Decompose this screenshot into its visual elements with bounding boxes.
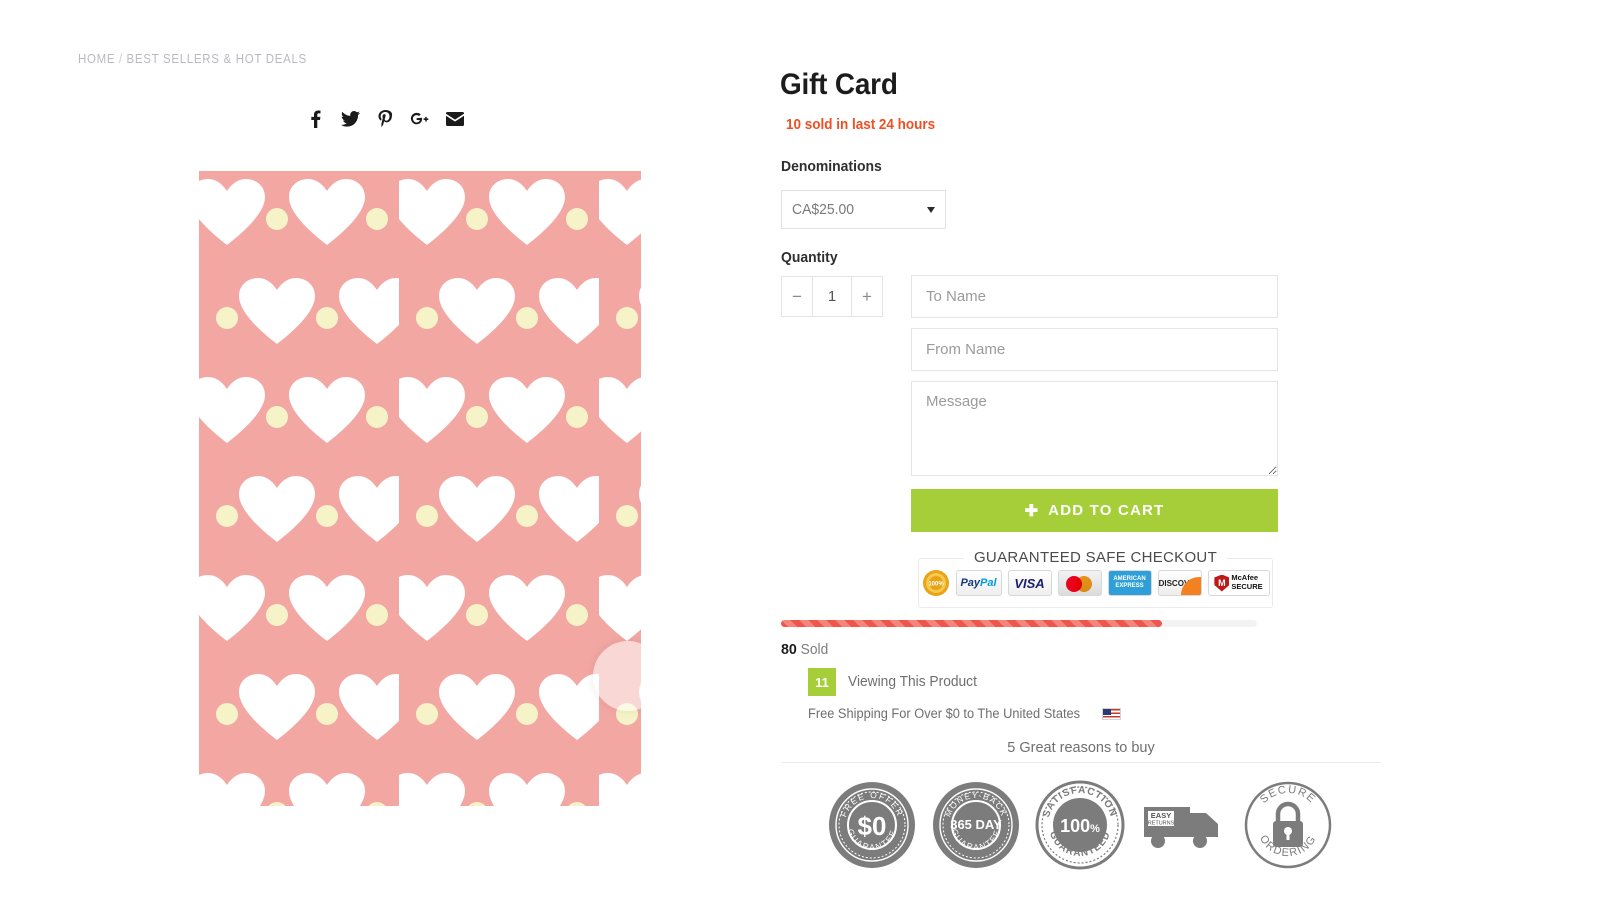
product-media-column (0, 0, 770, 900)
sold-count-line: 80 Sold (781, 641, 828, 658)
sold-count: 80 (781, 641, 797, 658)
shipping-text: Free Shipping For Over $0 to The United … (808, 706, 1081, 721)
message-field[interactable] (911, 381, 1278, 476)
sold-progress-fill (781, 620, 1162, 627)
safe-checkout-section: 100% PayPal VISA AMERICANEXPRESS DISCOVE… (918, 549, 1273, 608)
sold-label: Sold (800, 642, 829, 658)
to-name-field[interactable] (911, 275, 1278, 318)
quantity-label: Quantity (781, 249, 838, 266)
add-to-cart-label: ADD TO CART (1048, 502, 1165, 519)
viewing-row: 11 Viewing This Product (808, 668, 984, 696)
free-offer-guarantee-badge: $0 FREE OFFER GUARANTEE (824, 775, 920, 875)
satisfaction-guaranteed-badge: 100% SATISFACTION GUARANTEED (1032, 775, 1128, 875)
product-page: HOME / BEST SELLERS & HOT DEALS Gift Car… (0, 0, 1600, 900)
visa-badge: VISA (1007, 570, 1052, 596)
amex-badge: AMERICAN EXPRESS (1107, 570, 1152, 596)
quantity-increase-button[interactable]: + (851, 277, 882, 316)
satisfaction-seal-badge: 100% (922, 569, 950, 597)
secure-ordering-badge: SECURE ORDERING (1240, 775, 1336, 875)
svg-text:EASY: EASY (1151, 811, 1171, 820)
email-icon[interactable] (445, 108, 465, 130)
easy-returns-badge: EASY RETURNS (1136, 775, 1232, 875)
denominations-value: CA$25.00 (792, 201, 855, 218)
urgency-text: 10 sold in last 24 hours (786, 117, 936, 133)
quantity-stepper[interactable]: − 1 + (781, 276, 883, 317)
viewing-label: Viewing This Product (848, 674, 977, 690)
hearts-pattern-icon (199, 171, 641, 806)
us-flag-icon (1102, 707, 1122, 720)
sold-progress-bar (781, 620, 1257, 627)
mastercard-circle-orange (1075, 576, 1092, 592)
denominations-label: Denominations (781, 158, 882, 175)
quantity-decrease-button[interactable]: − (782, 277, 813, 316)
mcafee-label: McAfee SECURE (1231, 573, 1263, 591)
discover-badge: DISCOVER (1157, 570, 1202, 596)
google-plus-icon[interactable] (410, 108, 430, 130)
reasons-divider (781, 762, 1381, 763)
add-to-cart-button[interactable]: ✚ ADD TO CART (911, 489, 1278, 532)
quantity-value[interactable]: 1 (813, 277, 851, 316)
svg-text:100%: 100% (928, 582, 944, 588)
mcafee-shield-icon: M (1214, 574, 1230, 592)
product-image[interactable] (199, 171, 641, 806)
guarantee-badges-row: $0 FREE OFFER GUARANTEE 365 DAY MONEY-BA… (800, 775, 1360, 875)
mastercard-badge (1057, 570, 1102, 596)
denominations-select[interactable]: CA$25.00 (781, 190, 946, 229)
money-back-guarantee-badge: 365 DAY MONEY-BACK GUARANTEE (928, 775, 1024, 875)
facebook-icon[interactable] (305, 108, 325, 130)
product-info-column: Gift Card 10 sold in last 24 hours Denom… (770, 0, 1600, 900)
twitter-icon[interactable] (340, 108, 360, 130)
paypal-badge: Pay Pal (955, 570, 1002, 596)
pinterest-icon[interactable] (375, 108, 395, 130)
discover-arc (1180, 577, 1201, 595)
mcafee-badge: M McAfee SECURE (1207, 570, 1270, 596)
viewing-count-badge: 11 (808, 668, 836, 696)
svg-text:RETURNS: RETURNS (1148, 821, 1175, 827)
plus-icon: ✚ (1024, 502, 1040, 520)
safe-checkout-title: GUARANTEED SAFE CHECKOUT (918, 549, 1273, 566)
from-name-field[interactable] (911, 328, 1278, 371)
social-share-row (0, 108, 770, 130)
chevron-down-icon (927, 206, 935, 213)
reasons-heading: 5 Great reasons to buy (1007, 740, 1155, 756)
svg-text:$0: $0 (858, 811, 887, 841)
page-title: Gift Card (780, 68, 898, 101)
shipping-row: Free Shipping For Over $0 to The United … (808, 706, 1122, 721)
